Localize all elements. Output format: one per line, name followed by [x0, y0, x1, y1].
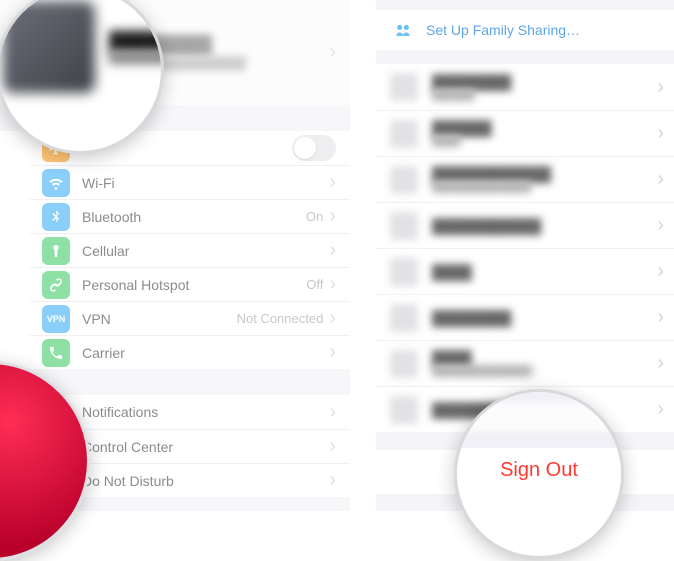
chevron-right-icon: ›	[329, 273, 336, 296]
device-row[interactable]: ████████ ›	[376, 294, 674, 340]
device-icon	[390, 304, 418, 332]
bluetooth-icon	[42, 203, 70, 231]
profile-subtitle: ████████████████	[109, 52, 164, 64]
chevron-right-icon: ›	[657, 398, 664, 421]
row-detail: On	[306, 209, 323, 224]
device-sub: ██████████████	[432, 182, 657, 193]
avatar	[3, 1, 95, 93]
device-name: ████	[432, 264, 657, 280]
family-sharing-label: Set Up Family Sharing…	[426, 22, 580, 38]
sign-out-label: Sign Out	[500, 459, 578, 482]
chevron-right-icon: ›	[657, 306, 664, 329]
device-sub: ██████	[432, 90, 657, 101]
antenna-icon	[42, 237, 70, 265]
row-label: Do Not Disturb	[82, 473, 329, 489]
link-icon	[42, 271, 70, 299]
row-label: Carrier	[82, 345, 323, 361]
device-name: ████████████	[432, 166, 657, 182]
row-label: Wi-Fi	[82, 175, 323, 191]
row-label: VPN	[82, 311, 237, 327]
cellular-row[interactable]: Cellular ›	[30, 233, 350, 267]
device-icon	[390, 73, 418, 101]
family-sharing-row[interactable]: Set Up Family Sharing…	[376, 10, 674, 50]
chevron-right-icon: ›	[329, 205, 336, 228]
device-name: ███████████	[432, 218, 657, 234]
device-icon	[390, 258, 418, 286]
device-row[interactable]: ██████████████████2 ›	[376, 340, 674, 386]
chevron-right-icon: ›	[657, 352, 664, 375]
profile-name: ████████	[109, 31, 164, 52]
device-sub: ██████████████2	[432, 366, 657, 377]
device-name: ████████	[432, 74, 657, 90]
vpn-row[interactable]: VPN VPN Not Connected ›	[30, 301, 350, 335]
chevron-right-icon: ›	[657, 76, 664, 99]
chevron-right-icon: ›	[657, 260, 664, 283]
connectivity-group: Wi-Fi › Bluetooth On › Cellular ›	[0, 131, 350, 369]
chevron-right-icon: ›	[657, 168, 664, 191]
vpn-icon: VPN	[42, 305, 70, 333]
bluetooth-row[interactable]: Bluetooth On ›	[30, 199, 350, 233]
family-icon	[390, 17, 416, 43]
chevron-right-icon: ›	[329, 41, 336, 64]
device-list: ██████████████ › ██████████ › ██████████…	[376, 64, 674, 432]
chevron-right-icon: ›	[329, 341, 336, 364]
chevron-right-icon: ›	[329, 435, 336, 458]
device-row[interactable]: ██████████████ ›	[376, 64, 674, 110]
row-detail: Off	[306, 277, 323, 292]
airplane-toggle[interactable]	[292, 135, 336, 161]
device-icon	[390, 350, 418, 378]
device-row[interactable]: ██████████ ›	[376, 110, 674, 156]
tutorial-composite: ████████ ████████████████ › Wi-Fi ›	[0, 0, 674, 511]
chevron-right-icon: ›	[329, 239, 336, 262]
row-label: Notifications	[82, 404, 329, 420]
device-sub: ████	[432, 136, 657, 147]
chevron-right-icon: ›	[657, 122, 664, 145]
row-label: Bluetooth	[82, 209, 306, 225]
device-row[interactable]: ██████████████████████████ ›	[376, 156, 674, 202]
wifi-row[interactable]: Wi-Fi ›	[30, 165, 350, 199]
chevron-right-icon: ›	[329, 401, 336, 424]
row-label: Cellular	[82, 243, 323, 259]
wifi-icon	[42, 169, 70, 197]
device-icon	[390, 166, 418, 194]
row-detail: Not Connected	[237, 311, 324, 326]
hotspot-row[interactable]: Personal Hotspot Off ›	[30, 267, 350, 301]
chevron-right-icon: ›	[329, 171, 336, 194]
carrier-row[interactable]: Carrier ›	[30, 335, 350, 369]
device-name: ████	[432, 350, 657, 366]
chevron-right-icon: ›	[329, 469, 336, 492]
phone-icon	[42, 339, 70, 367]
device-icon	[390, 396, 418, 424]
device-row[interactable]: ███████████ ›	[376, 202, 674, 248]
device-row[interactable]: ████ ›	[376, 248, 674, 294]
sign-out-row[interactable]: Sign Out	[457, 448, 621, 492]
device-icon	[390, 212, 418, 240]
magnifier-signout: Sign Out	[454, 389, 624, 559]
chevron-right-icon: ›	[657, 214, 664, 237]
device-icon	[390, 120, 418, 148]
device-name: ██████	[432, 120, 657, 136]
chevron-right-icon: ›	[329, 307, 336, 330]
row-label: Personal Hotspot	[82, 277, 306, 293]
device-name: ████████	[432, 310, 657, 326]
row-label: Control Center	[82, 439, 329, 455]
